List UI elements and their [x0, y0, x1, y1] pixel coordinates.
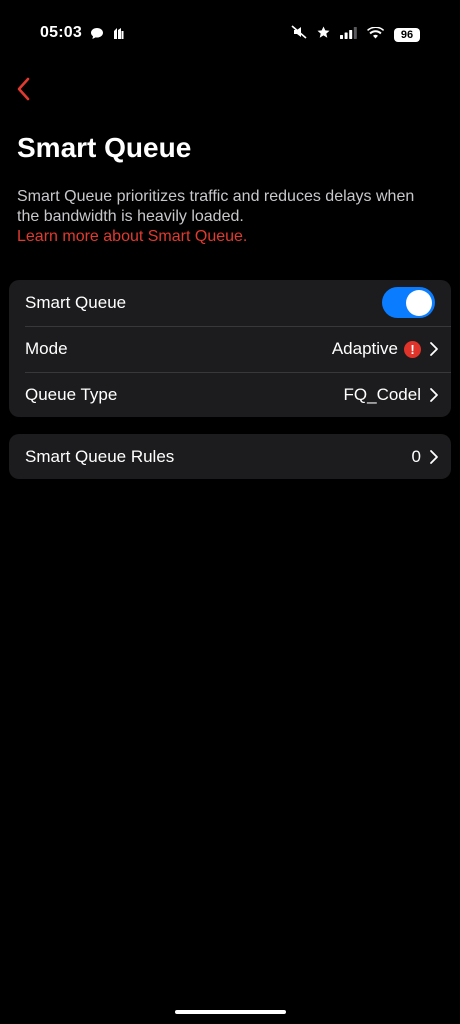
chevron-right-icon: [429, 449, 439, 465]
app-notification-icon: [112, 26, 124, 45]
smart-queue-label: Smart Queue: [25, 293, 127, 312]
wifi-icon: [367, 26, 385, 44]
smart-queue-toggle-row: Smart Queue: [9, 280, 451, 326]
queue-type-value: FQ_Codel: [343, 385, 421, 404]
toggle-knob: [406, 289, 432, 316]
mode-row[interactable]: Mode Adaptive !: [9, 326, 451, 372]
battery-icon: 96: [394, 27, 420, 42]
silent-mode-icon: [291, 25, 307, 44]
mode-value-group: Adaptive !: [332, 339, 421, 359]
description-text: Smart Queue prioritizes traffic and redu…: [17, 188, 415, 225]
smart-queue-rules-count: 0: [411, 446, 421, 466]
smart-queue-rules-row[interactable]: Smart Queue Rules 0: [9, 434, 451, 479]
learn-more-link[interactable]: Learn more about Smart Queue.: [17, 227, 247, 247]
chevron-right-icon: [429, 341, 439, 357]
back-button[interactable]: [10, 76, 36, 106]
smart-queue-settings-group: Smart Queue Mode Adaptive ! Queue Type F…: [9, 280, 451, 417]
smart-queue-toggle[interactable]: [382, 287, 435, 318]
status-time: 05:03: [40, 24, 82, 41]
cellular-signal-icon: [340, 26, 357, 44]
mode-value: Adaptive: [331, 339, 398, 358]
queue-type-label: Queue Type: [25, 385, 118, 404]
page-title: Smart Queue: [17, 132, 192, 163]
status-bar: 05:03 96: [0, 0, 460, 66]
smart-queue-rules-label: Smart Queue Rules: [25, 446, 175, 466]
star-icon: [317, 26, 330, 44]
chevron-left-icon: [16, 77, 30, 106]
mode-label: Mode: [25, 339, 68, 358]
home-indicator[interactable]: [175, 1010, 286, 1014]
alert-icon: !: [404, 340, 421, 358]
chevron-right-icon: [429, 387, 439, 403]
smart-queue-rules-group: Smart Queue Rules 0: [9, 434, 451, 479]
queue-type-row[interactable]: Queue Type FQ_Codel: [9, 372, 451, 417]
chat-bubble-icon: [90, 27, 104, 45]
